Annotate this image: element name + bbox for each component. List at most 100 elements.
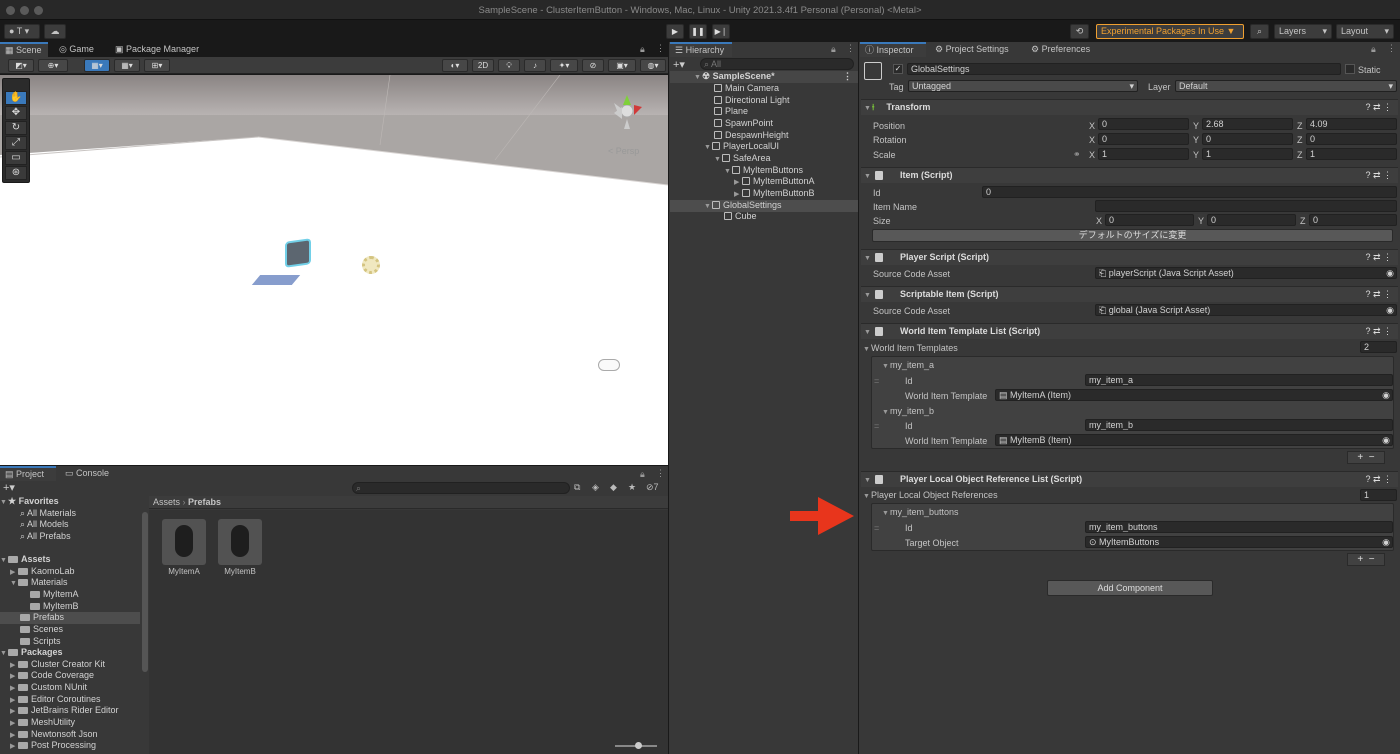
- tab-preferences[interactable]: ⚙ Preferences: [1026, 42, 1098, 57]
- rotation-y-field[interactable]: 0: [1202, 133, 1293, 145]
- add-remove-buttons[interactable]: + −: [1347, 451, 1385, 464]
- template-b-object-field[interactable]: ▤ MyItemB (Item) ◉: [995, 434, 1393, 446]
- project-tree-item[interactable]: ▶ JetBrains Rider Editor: [0, 705, 148, 717]
- project-tree-item[interactable]: ▼ Materials: [0, 577, 148, 589]
- move-tool-icon[interactable]: ✥: [5, 106, 27, 120]
- play-button[interactable]: ▶: [666, 24, 684, 39]
- prefab-thumbnail[interactable]: [218, 519, 262, 565]
- thumbnail-size-slider[interactable]: [615, 742, 657, 749]
- reference-id-field[interactable]: my_item_buttons: [1085, 521, 1393, 533]
- item-id-field[interactable]: 0: [982, 186, 1397, 198]
- size-y-field[interactable]: 0: [1207, 214, 1296, 226]
- scriptable-item-header[interactable]: ▼ Scriptable Item (Script)? ⇄ ⋮: [861, 286, 1398, 302]
- project-tree-item[interactable]: ⌕ All Models: [0, 519, 148, 531]
- object-name-field[interactable]: GlobalSettings: [907, 63, 1341, 75]
- hierarchy-item[interactable]: ▼ PlayerLocalUI: [670, 141, 858, 153]
- add-component-button[interactable]: Add Component: [1047, 580, 1213, 596]
- shading-icon[interactable]: ◐▾: [442, 59, 468, 72]
- active-checkbox[interactable]: ✓: [893, 64, 903, 74]
- hand-tool-icon[interactable]: ✋: [5, 91, 27, 105]
- snap-increment-icon[interactable]: ⊞▾: [144, 59, 170, 72]
- position-y-field[interactable]: 2.68: [1202, 118, 1293, 130]
- tab-scene[interactable]: ▦ Scene: [0, 42, 48, 57]
- drag-handle-icon[interactable]: =: [874, 421, 879, 431]
- rotation-z-field[interactable]: 0: [1306, 133, 1397, 145]
- item-script-header[interactable]: ▼ Item (Script)? ⇄ ⋮: [861, 167, 1398, 183]
- tab-project[interactable]: ▤ Project: [0, 466, 56, 481]
- tag-dropdown[interactable]: Untagged ▾: [908, 80, 1138, 92]
- menu-icon[interactable]: ⋮: [656, 468, 665, 479]
- scale-z-field[interactable]: 1: [1306, 148, 1397, 160]
- size-x-field[interactable]: 0: [1105, 214, 1194, 226]
- item-name-field[interactable]: [1095, 200, 1397, 212]
- target-object-field[interactable]: ⊙ MyItemButtons ◉: [1085, 536, 1393, 548]
- hierarchy-item[interactable]: ▶ MyItemButtonA: [670, 176, 858, 188]
- history-icon[interactable]: ⟲: [1070, 24, 1089, 39]
- project-tree-item[interactable]: ▶ Post Processing: [0, 740, 148, 752]
- template-b-id-field[interactable]: my_item_b: [1085, 419, 1393, 431]
- transform-header[interactable]: ▼⟊ Transform? ⇄ ⋮: [861, 99, 1398, 115]
- gizmo-mode-icon[interactable]: ⊕▾: [38, 59, 68, 72]
- hierarchy-item[interactable]: Plane: [670, 106, 858, 118]
- menu-icon[interactable]: ⋮: [656, 43, 665, 54]
- player-script-asset-field[interactable]: ⎗ playerScript (Java Script Asset) ◉: [1095, 267, 1397, 279]
- scale-y-field[interactable]: 1: [1202, 148, 1293, 160]
- audio-icon[interactable]: ♪: [524, 59, 546, 72]
- account-button[interactable]: ● T ▾: [4, 24, 40, 39]
- template-a-object-field[interactable]: ▤ MyItemA (Item) ◉: [995, 389, 1393, 401]
- reset-size-button[interactable]: デフォルトのサイズに変更: [872, 229, 1393, 242]
- toggle-2d-button[interactable]: 2D: [472, 59, 494, 72]
- breadcrumb-prefabs[interactable]: Prefabs: [188, 497, 221, 507]
- menu-icon[interactable]: ⋮: [1387, 43, 1396, 54]
- tab-hierarchy[interactable]: ☰ Hierarchy: [670, 42, 732, 57]
- scale-tool-icon[interactable]: ⤢: [5, 136, 27, 150]
- hierarchy-item[interactable]: ▼ MyItemButtons: [670, 165, 858, 177]
- project-tree-item[interactable]: ⌕ All Materials: [0, 508, 148, 520]
- hierarchy-item[interactable]: Cube: [670, 211, 858, 223]
- lock-icon[interactable]: 🔒︎: [640, 44, 645, 55]
- hierarchy-item[interactable]: Main Camera: [670, 83, 858, 95]
- project-tree-packages[interactable]: ▼ Packages: [0, 647, 148, 659]
- world-item-templates-count[interactable]: 2: [1360, 341, 1397, 353]
- tab-package-manager[interactable]: ▣ Package Manager: [110, 42, 210, 57]
- size-z-field[interactable]: 0: [1309, 214, 1397, 226]
- favorite-star-icon[interactable]: ★: [628, 482, 636, 493]
- hierarchy-search-input[interactable]: ⌕ All: [700, 58, 854, 70]
- layout-dropdown[interactable]: Layout ▾: [1336, 24, 1394, 39]
- project-tree-item-selected[interactable]: Prefabs: [0, 612, 140, 624]
- scene-gizmo[interactable]: [604, 83, 650, 133]
- reference-entry-header[interactable]: ▼my_item_buttons: [882, 507, 959, 517]
- local-reference-header[interactable]: ▼ Player Local Object Reference List (Scr…: [861, 471, 1398, 487]
- project-tree-item[interactable]: Scripts: [0, 636, 148, 648]
- add-remove-buttons[interactable]: + −: [1347, 553, 1385, 566]
- static-checkbox[interactable]: [1345, 64, 1355, 74]
- link-icon[interactable]: ⚭: [1073, 149, 1081, 160]
- persp-label[interactable]: < Persp: [608, 146, 639, 156]
- tab-project-settings[interactable]: ⚙ Project Settings: [930, 42, 1020, 57]
- hierarchy-item[interactable]: ▼ SafeArea: [670, 153, 858, 165]
- lighting-icon[interactable]: 💡︎: [498, 59, 520, 72]
- project-tree-item[interactable]: ▶ MeshUtility: [0, 717, 148, 729]
- local-references-count[interactable]: 1: [1360, 489, 1397, 501]
- add-icon[interactable]: +▾: [673, 58, 685, 71]
- hierarchy-item[interactable]: SpawnPoint: [670, 118, 858, 130]
- project-tree-item[interactable]: ▶ Code Coverage: [0, 670, 148, 682]
- scriptable-item-asset-field[interactable]: ⎗ global (Java Script Asset) ◉: [1095, 304, 1397, 316]
- breadcrumb-assets[interactable]: Assets: [153, 497, 180, 507]
- position-x-field[interactable]: 0: [1098, 118, 1189, 130]
- player-script-header[interactable]: ▼ Player Script (Script)? ⇄ ⋮: [861, 249, 1398, 265]
- hidden-packages-icon[interactable]: ⊘7: [646, 482, 659, 493]
- step-button[interactable]: ▶❘: [712, 24, 730, 39]
- template-entry-header[interactable]: ▼my_item_b: [882, 406, 934, 416]
- project-tree-item[interactable]: Scenes: [0, 624, 148, 636]
- experimental-packages-button[interactable]: Experimental Packages In Use ▼: [1096, 24, 1244, 39]
- prefab-thumbnail[interactable]: [162, 519, 206, 565]
- grid-icon[interactable]: ▦▾: [114, 59, 140, 72]
- project-tree-item[interactable]: ▶ Cluster Creator Kit: [0, 659, 148, 671]
- project-tree-item[interactable]: MyItemB: [0, 601, 148, 613]
- hierarchy-item[interactable]: Directional Light: [670, 95, 858, 107]
- cube-object[interactable]: [285, 238, 311, 268]
- search-by-label-icon[interactable]: ◈: [592, 482, 599, 493]
- hidden-objects-icon[interactable]: ⊘: [582, 59, 604, 72]
- scale-x-field[interactable]: 1: [1098, 148, 1189, 160]
